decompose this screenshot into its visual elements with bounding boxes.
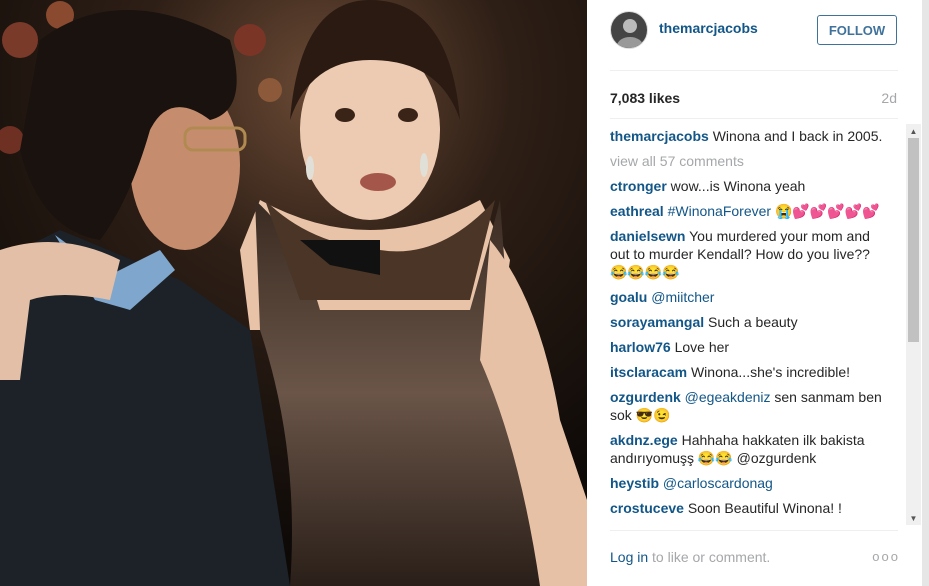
comment-text: 😭💕💕💕💕💕 bbox=[771, 203, 880, 219]
comment-user[interactable]: akdnz.ege bbox=[610, 432, 678, 448]
comment-item: sorayamangal Such a beauty bbox=[610, 313, 886, 331]
caption: themarcjacobs Winona and I back in 2005. bbox=[610, 127, 886, 145]
more-options-icon[interactable]: ooo bbox=[872, 549, 900, 564]
post-photo bbox=[0, 0, 587, 586]
comment-mention[interactable]: @miitcher bbox=[647, 289, 714, 305]
comments-scrollbar[interactable]: ▲ ▼ bbox=[906, 124, 921, 525]
comment-user[interactable]: danielsewn bbox=[610, 228, 685, 244]
comments-list: themarcjacobs Winona and I back in 2005.… bbox=[610, 127, 886, 525]
comment-user[interactable]: crostuceve bbox=[610, 500, 684, 516]
post-header: themarcjacobs FOLLOW bbox=[587, 0, 922, 70]
view-all-comments-link[interactable]: view all 57 comments bbox=[610, 152, 886, 170]
comment-user[interactable]: heystib bbox=[610, 475, 659, 491]
comment-user[interactable]: sorayamangal bbox=[610, 314, 704, 330]
comment-item: eathreal #WinonaForever 😭💕💕💕💕💕 bbox=[610, 202, 886, 220]
post-time[interactable]: 2d bbox=[881, 90, 897, 106]
comment-text: Winona...she's incredible! bbox=[687, 364, 851, 380]
likes-divider bbox=[610, 118, 898, 119]
avatar-icon bbox=[617, 19, 643, 48]
post-panel: themarcjacobs FOLLOW 7,083 likes 2d them… bbox=[587, 0, 922, 586]
comment-mention[interactable]: #WinonaForever bbox=[664, 203, 772, 219]
comment-user[interactable]: itsclaracam bbox=[610, 364, 687, 380]
comment-text: Soon Beautiful Winona! ! bbox=[683, 500, 842, 516]
follow-button[interactable]: FOLLOW bbox=[817, 15, 897, 45]
comment-item: ozgurdenk @egeakdeniz sen sanmam ben sok… bbox=[610, 388, 886, 424]
comment-user[interactable]: goalu bbox=[610, 289, 647, 305]
scroll-thumb[interactable] bbox=[908, 138, 919, 342]
footer-text: to like or comment. bbox=[648, 549, 771, 565]
comment-item: harlow76 Love her bbox=[610, 338, 886, 356]
comment-user[interactable]: ctronger bbox=[610, 178, 667, 194]
comment-item: itsclaracam Winona...she's incredible! bbox=[610, 363, 886, 381]
caption-text: Winona and I back in 2005. bbox=[708, 128, 883, 144]
footer: Log in to like or comment. bbox=[610, 549, 770, 565]
comment-item: heystib @carloscardonag bbox=[610, 474, 886, 492]
login-link[interactable]: Log in bbox=[610, 549, 648, 565]
comment-item: crostuceve Soon Beautiful Winona! ! bbox=[610, 499, 886, 517]
comment-item: goalu @miitcher bbox=[610, 288, 886, 306]
comment-text: Love her bbox=[670, 339, 730, 355]
user-avatar[interactable] bbox=[610, 11, 648, 49]
photo-illustration bbox=[0, 0, 587, 586]
comment-user[interactable]: eathreal bbox=[610, 203, 664, 219]
comment-user[interactable]: ozgurdenk bbox=[610, 389, 681, 405]
comment-mention[interactable]: @egeakdeniz bbox=[681, 389, 771, 405]
scroll-down-icon[interactable]: ▼ bbox=[906, 511, 921, 525]
comment-user[interactable]: harlow76 bbox=[610, 339, 671, 355]
caption-user[interactable]: themarcjacobs bbox=[610, 128, 709, 144]
footer-divider bbox=[610, 530, 898, 531]
comment-item: ctronger wow...is Winona yeah bbox=[610, 177, 886, 195]
header-divider bbox=[610, 70, 898, 71]
page-scrollbar[interactable] bbox=[922, 0, 929, 586]
comment-item: danielsewn You murdered your mom and out… bbox=[610, 227, 886, 281]
likes-count[interactable]: 7,083 likes bbox=[610, 90, 680, 106]
comment-text: wow...is Winona yeah bbox=[666, 178, 806, 194]
comment-item: akdnz.ege Hahhaha hakkaten ilk bakista a… bbox=[610, 431, 886, 467]
comment-text: Such a beauty bbox=[704, 314, 798, 330]
username-link[interactable]: themarcjacobs bbox=[659, 20, 758, 36]
comment-mention[interactable]: @carloscardonag bbox=[659, 475, 773, 491]
scroll-up-icon[interactable]: ▲ bbox=[906, 124, 921, 138]
